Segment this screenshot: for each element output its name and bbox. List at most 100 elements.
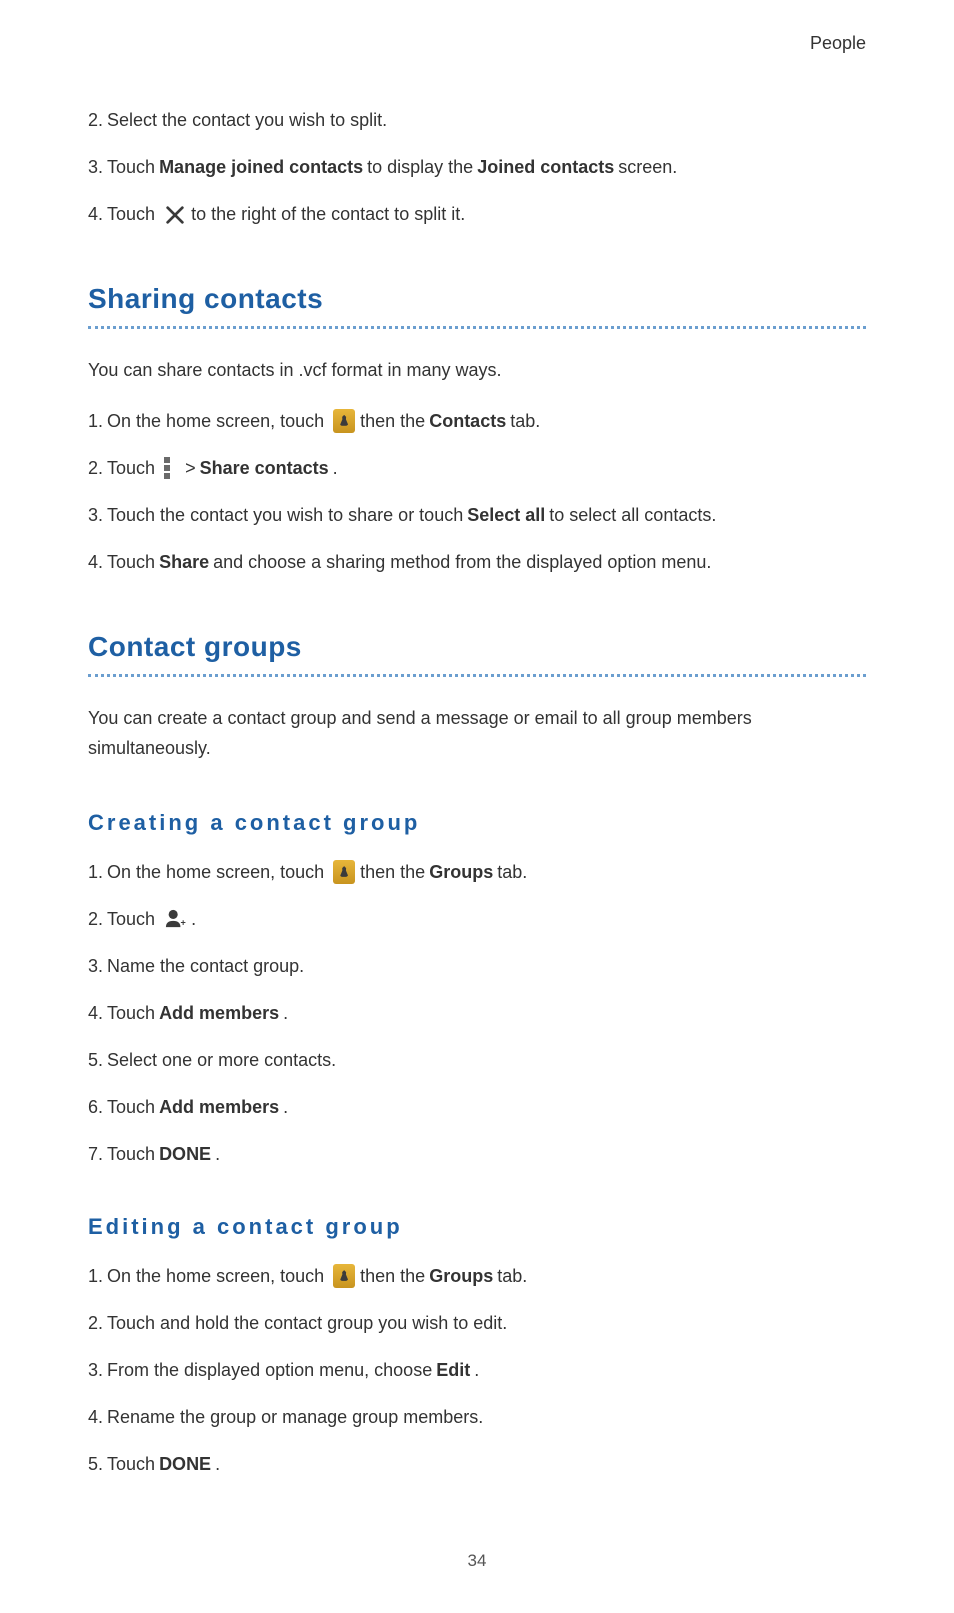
step-text: Touch xyxy=(107,154,155,181)
step-item: 4. Touch to the right of the contact to … xyxy=(88,201,866,228)
step-bold: Groups xyxy=(429,1263,493,1290)
section-heading-groups: Contact groups xyxy=(88,626,866,668)
step-text: then the xyxy=(360,859,425,886)
step-item: 2. Select the contact you wish to split. xyxy=(88,107,866,134)
contacts-app-icon xyxy=(333,860,355,884)
section-header: People xyxy=(88,30,866,57)
step-number: 2. xyxy=(88,107,103,134)
step-bold: Share contacts xyxy=(200,455,329,482)
step-text: . xyxy=(283,1000,288,1027)
step-number: 5. xyxy=(88,1451,103,1478)
contacts-app-icon xyxy=(333,409,355,433)
sub-heading-create-group: Creating a contact group xyxy=(88,806,866,839)
contacts-app-icon xyxy=(333,1264,355,1288)
step-bold: DONE xyxy=(159,1451,211,1478)
overflow-menu-icon xyxy=(163,457,171,479)
step-bold: Contacts xyxy=(429,408,506,435)
step-number: 4. xyxy=(88,201,103,228)
section-intro: You can create a contact group and send … xyxy=(88,703,866,764)
step-text: On the home screen, touch xyxy=(107,1263,324,1290)
step-text: . xyxy=(474,1357,479,1384)
step-item: 2. Touch > Share contacts . xyxy=(88,455,866,482)
step-number: 3. xyxy=(88,154,103,181)
step-number: 4. xyxy=(88,549,103,576)
step-item: 2. Touch + . xyxy=(88,906,866,933)
breadcrumb-separator: > xyxy=(185,455,196,482)
step-item: 4. Touch Add members . xyxy=(88,1000,866,1027)
step-item: 5. Select one or more contacts. xyxy=(88,1047,866,1074)
step-number: 2. xyxy=(88,1310,103,1337)
step-item: 5. Touch DONE . xyxy=(88,1451,866,1478)
step-text: . xyxy=(283,1094,288,1121)
step-text: Touch xyxy=(107,1094,155,1121)
step-text: Touch xyxy=(107,1000,155,1027)
step-item: 4. Rename the group or manage group memb… xyxy=(88,1404,866,1431)
step-text: tab. xyxy=(497,859,527,886)
step-text: and choose a sharing method from the dis… xyxy=(213,549,711,576)
step-item: 1. On the home screen, touch then the Co… xyxy=(88,408,866,435)
step-text: On the home screen, touch xyxy=(107,859,324,886)
step-number: 2. xyxy=(88,906,103,933)
step-item: 3. Touch the contact you wish to share o… xyxy=(88,502,866,529)
step-item: 3. From the displayed option menu, choos… xyxy=(88,1357,866,1384)
step-text: to display the xyxy=(367,154,473,181)
step-bold: Joined contacts xyxy=(477,154,614,181)
step-item: 3. Name the contact group. xyxy=(88,953,866,980)
step-number: 4. xyxy=(88,1404,103,1431)
step-text: Touch xyxy=(107,455,155,482)
step-number: 4. xyxy=(88,1000,103,1027)
step-number: 3. xyxy=(88,1357,103,1384)
step-item: 2. Touch and hold the contact group you … xyxy=(88,1310,866,1337)
step-text: Touch xyxy=(107,1141,155,1168)
step-number: 7. xyxy=(88,1141,103,1168)
step-text: to the right of the contact to split it. xyxy=(191,201,465,228)
step-text: Touch xyxy=(107,201,155,228)
dotted-divider xyxy=(88,674,866,677)
step-number: 3. xyxy=(88,953,103,980)
step-bold: Add members xyxy=(159,1000,279,1027)
step-text: Touch xyxy=(107,549,155,576)
step-text: . xyxy=(215,1451,220,1478)
step-number: 6. xyxy=(88,1094,103,1121)
section-intro: You can share contacts in .vcf format in… xyxy=(88,355,866,386)
page-number: 34 xyxy=(88,1548,866,1574)
step-bold: DONE xyxy=(159,1141,211,1168)
svg-text:+: + xyxy=(181,918,186,928)
step-text: . xyxy=(333,455,338,482)
step-item: 6. Touch Add members . xyxy=(88,1094,866,1121)
step-bold: Add members xyxy=(159,1094,279,1121)
step-text: tab. xyxy=(510,408,540,435)
close-icon xyxy=(164,204,186,226)
step-bold: Edit xyxy=(436,1357,470,1384)
sub-heading-edit-group: Editing a contact group xyxy=(88,1210,866,1243)
step-number: 2. xyxy=(88,455,103,482)
step-item: 3. Touch Manage joined contacts to displ… xyxy=(88,154,866,181)
step-item: 4. Touch Share and choose a sharing meth… xyxy=(88,549,866,576)
step-text: . xyxy=(215,1141,220,1168)
step-text: Select one or more contacts. xyxy=(107,1047,336,1074)
step-text: screen. xyxy=(618,154,677,181)
step-text: then the xyxy=(360,1263,425,1290)
section-heading-sharing: Sharing contacts xyxy=(88,278,866,320)
step-text: On the home screen, touch xyxy=(107,408,324,435)
step-bold: Manage joined contacts xyxy=(159,154,363,181)
step-bold: Share xyxy=(159,549,209,576)
step-text: Touch and hold the contact group you wis… xyxy=(107,1310,507,1337)
dotted-divider xyxy=(88,326,866,329)
step-number: 1. xyxy=(88,1263,103,1290)
step-text: Touch xyxy=(107,906,155,933)
step-number: 3. xyxy=(88,502,103,529)
step-text: Rename the group or manage group members… xyxy=(107,1404,483,1431)
step-item: 1. On the home screen, touch then the Gr… xyxy=(88,1263,866,1290)
step-text: to select all contacts. xyxy=(549,502,716,529)
step-text: Select the contact you wish to split. xyxy=(107,107,387,134)
step-bold: Groups xyxy=(429,859,493,886)
step-text: Touch xyxy=(107,1451,155,1478)
step-item: 7. Touch DONE . xyxy=(88,1141,866,1168)
step-text: From the displayed option menu, choose xyxy=(107,1357,432,1384)
step-number: 1. xyxy=(88,859,103,886)
step-text: Name the contact group. xyxy=(107,953,304,980)
step-text: tab. xyxy=(497,1263,527,1290)
step-item: 1. On the home screen, touch then the Gr… xyxy=(88,859,866,886)
step-bold: Select all xyxy=(467,502,545,529)
